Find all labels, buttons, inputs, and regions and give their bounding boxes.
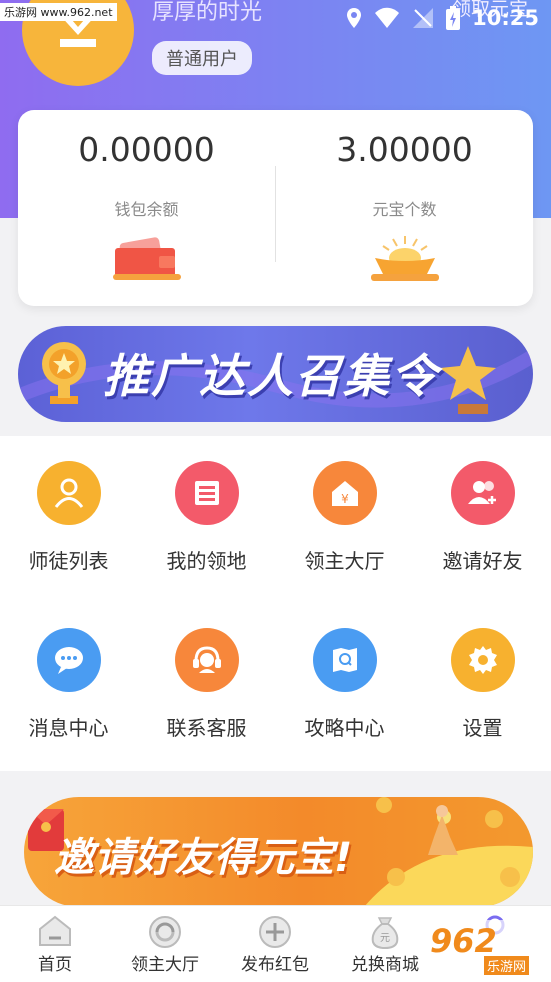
menu-item-label: 领主大厅 bbox=[304, 549, 385, 573]
menu-item-label: 攻略中心 bbox=[304, 716, 385, 740]
wifi-icon bbox=[375, 7, 400, 28]
svg-text:元: 元 bbox=[380, 933, 390, 944]
wallet-balance-value: 0.00000 bbox=[78, 130, 215, 169]
user-level-badge: 普通用户 bbox=[152, 41, 252, 75]
nav-item-lord-hall[interactable]: 领主大厅 bbox=[110, 906, 220, 982]
site-watermark-logo: 962 乐游网 bbox=[422, 920, 548, 976]
ingot-count-label: 元宝个数 bbox=[372, 200, 437, 219]
gold-ingot-icon bbox=[369, 234, 441, 288]
home-icon bbox=[39, 915, 71, 946]
mentor-icon bbox=[36, 461, 101, 525]
menu-item-invite-friends[interactable]: 邀请好友 bbox=[414, 461, 551, 574]
location-icon bbox=[347, 8, 362, 28]
menu-item-settings[interactable]: 设置 bbox=[414, 628, 551, 741]
menu-item-label: 消息中心 bbox=[28, 716, 109, 740]
menu-item-label: 我的领地 bbox=[166, 549, 247, 573]
wallet-icon bbox=[112, 234, 181, 286]
menu-item-mentor-list[interactable]: 师徒列表 bbox=[0, 461, 137, 574]
menu-item-message-center[interactable]: 消息中心 bbox=[0, 628, 137, 741]
invite-banner[interactable]: 邀请好友得元宝! bbox=[24, 797, 533, 907]
invite-banner-text: 邀请好友得元宝! bbox=[54, 835, 353, 881]
money-bag-icon: 元 bbox=[371, 917, 399, 950]
site-watermark: 乐游网 www.962.net bbox=[0, 3, 117, 21]
status-bar: 乐游网 www.962.net 10:25 bbox=[0, 0, 551, 36]
territory-icon bbox=[174, 461, 239, 525]
menu-item-label: 联系客服 bbox=[166, 716, 247, 740]
menu-item-customer-service[interactable]: 联系客服 bbox=[138, 628, 275, 741]
menu-item-label: 师徒列表 bbox=[28, 549, 109, 573]
nav-label: 发布红包 bbox=[241, 955, 309, 975]
hall-icon: ¥ bbox=[312, 461, 377, 525]
battery-icon bbox=[446, 6, 461, 30]
watermark-text: 乐游网 bbox=[484, 956, 530, 975]
watermark-number: 962 bbox=[430, 922, 497, 960]
add-icon bbox=[259, 916, 291, 948]
signal-icon bbox=[413, 8, 434, 28]
hall-icon bbox=[149, 916, 181, 948]
promo-banner-text: 推广达人召集令 bbox=[103, 349, 439, 403]
message-icon bbox=[36, 628, 101, 692]
menu-item-guide-center[interactable]: 攻略中心 bbox=[276, 628, 413, 741]
customer-service-icon bbox=[174, 628, 239, 692]
invite-friend-icon bbox=[450, 461, 515, 525]
wallet-balance-section[interactable]: 0.00000 钱包余额 bbox=[18, 110, 275, 306]
promo-banner[interactable]: 推广达人召集令 bbox=[18, 326, 533, 422]
feature-menu-grid: 师徒列表 我的领地 ¥ 领主大厅 邀请好友 消息中心 联系客服 攻略中心 设置 bbox=[0, 436, 551, 771]
settings-icon bbox=[450, 628, 515, 692]
nav-item-home[interactable]: 首页 bbox=[0, 906, 110, 982]
ingot-count-section[interactable]: 3.00000 元宝个数 bbox=[276, 110, 533, 306]
menu-item-label: 设置 bbox=[462, 716, 503, 740]
ingot-count-value: 3.00000 bbox=[336, 130, 473, 169]
nav-label: 首页 bbox=[38, 955, 72, 975]
wallet-card: 0.00000 钱包余额 3.00000 元宝个数 bbox=[18, 110, 533, 306]
nav-label: 领主大厅 bbox=[131, 955, 199, 975]
nav-item-post-red-packet[interactable]: 发布红包 bbox=[220, 906, 330, 982]
wallet-balance-label: 钱包余额 bbox=[114, 200, 179, 219]
guide-icon bbox=[312, 628, 377, 692]
menu-item-my-territory[interactable]: 我的领地 bbox=[138, 461, 275, 574]
status-clock: 10:25 bbox=[472, 6, 539, 30]
svg-text:¥: ¥ bbox=[341, 492, 349, 506]
menu-item-label: 邀请好友 bbox=[442, 549, 523, 573]
menu-item-lord-hall[interactable]: ¥ 领主大厅 bbox=[276, 461, 413, 574]
